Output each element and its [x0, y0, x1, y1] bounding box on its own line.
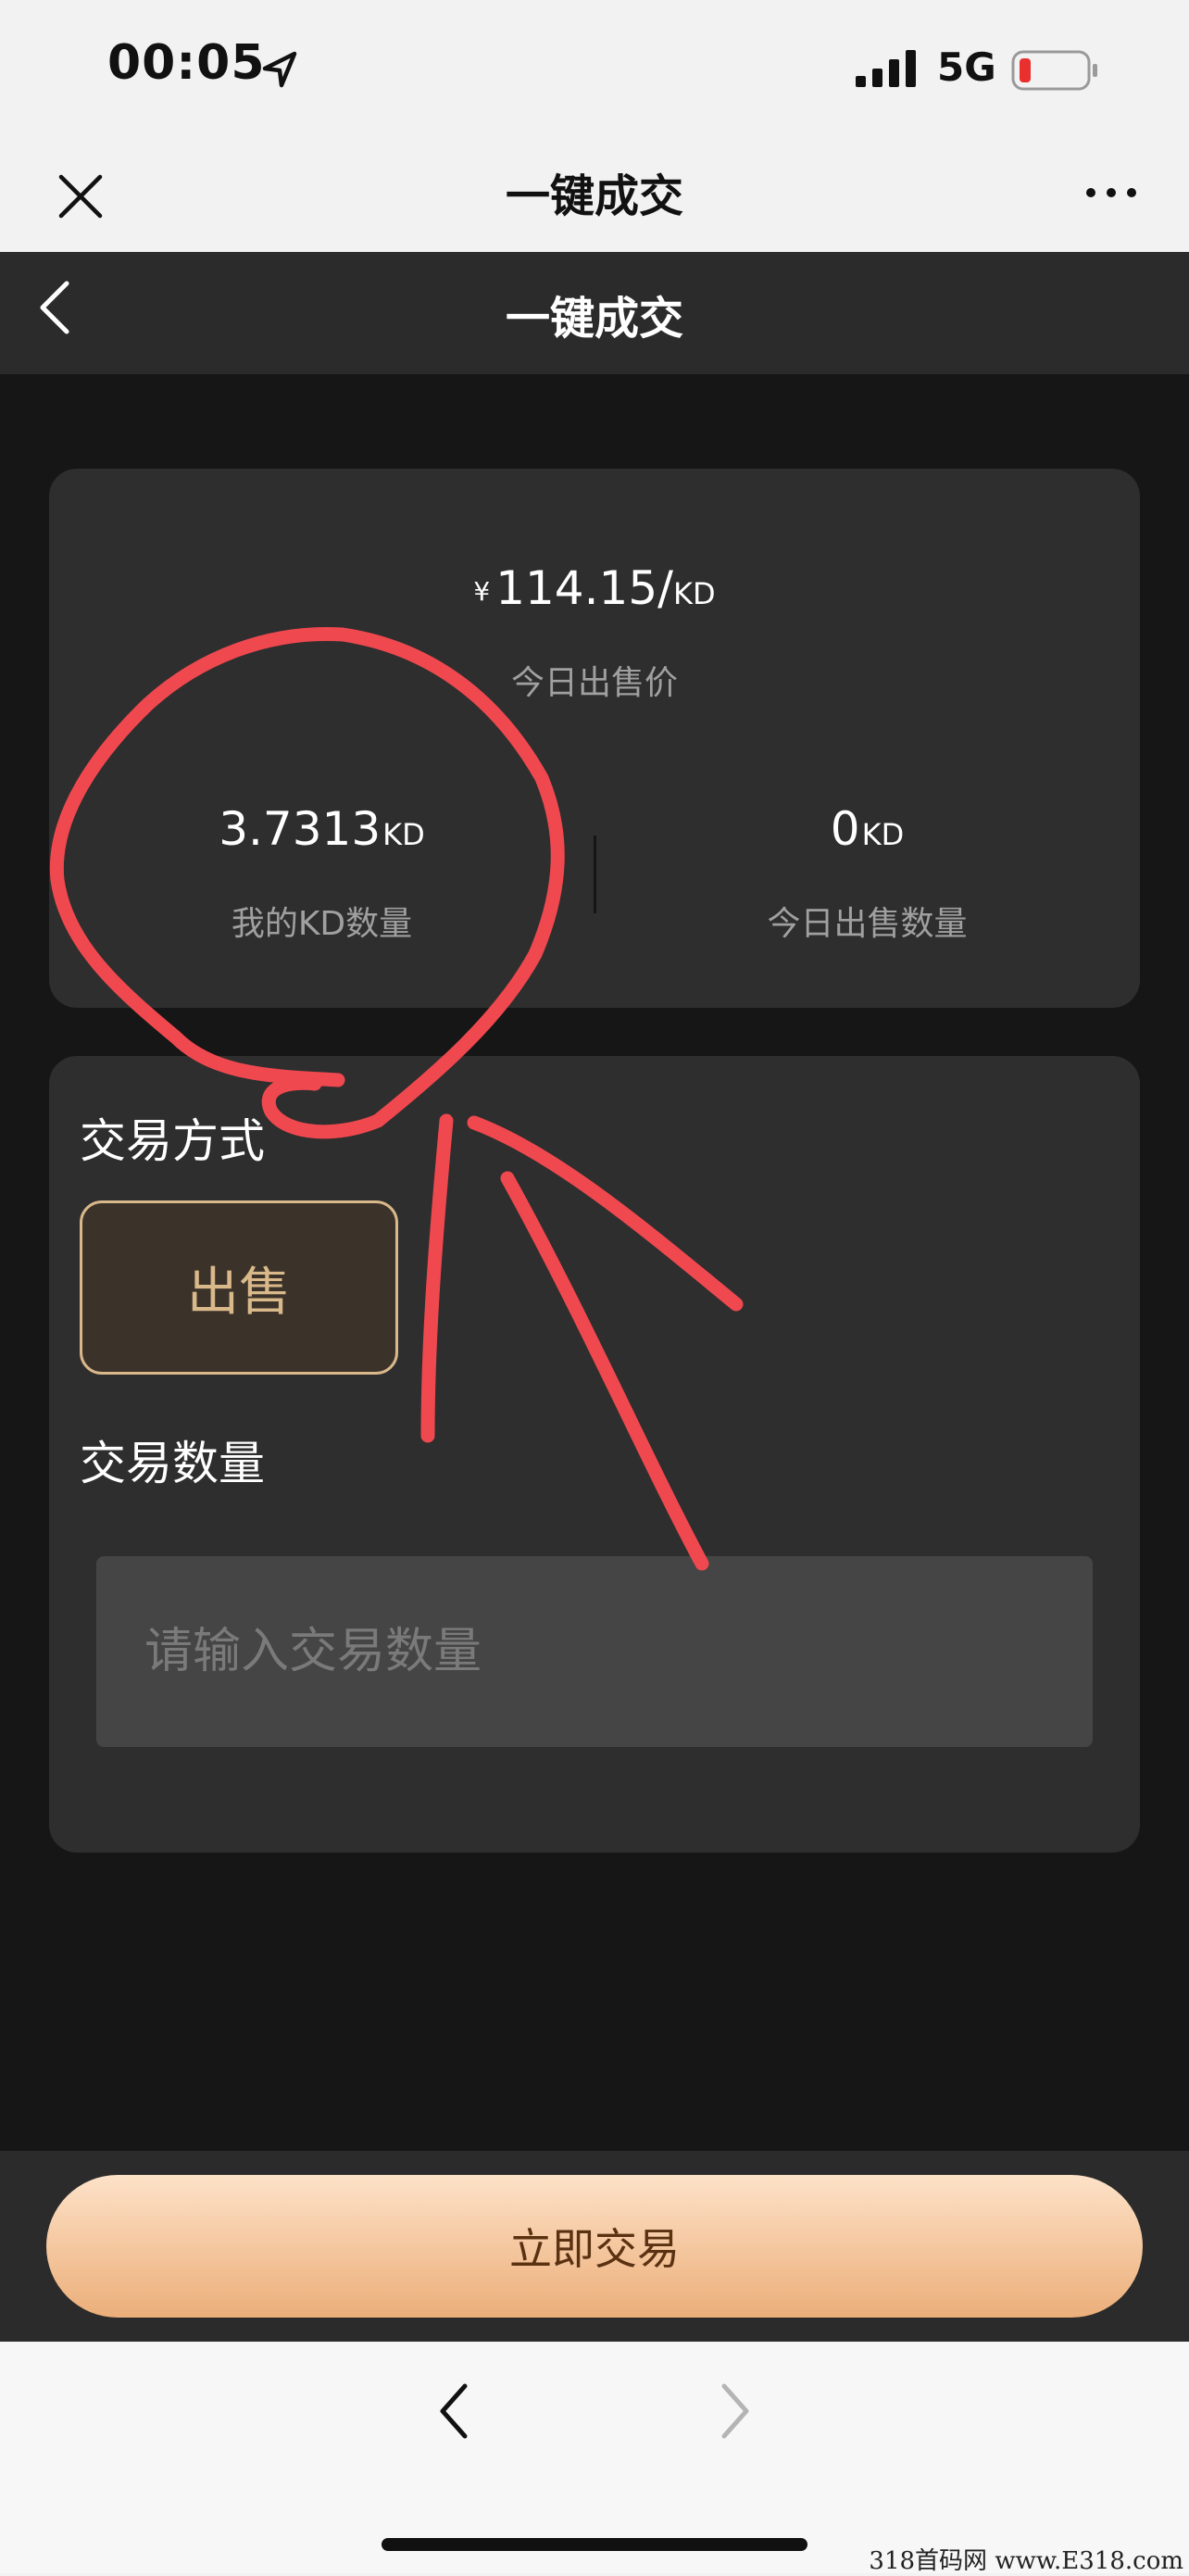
today-sold-value: 0	[830, 802, 860, 856]
my-kd-amount: 3.7313KD	[49, 802, 594, 856]
nav-back-icon[interactable]	[435, 2381, 472, 2442]
signal-icon	[856, 50, 916, 87]
today-price: ¥114.15/KD	[49, 561, 1140, 615]
location-arrow-icon	[262, 51, 297, 88]
currency-symbol: ¥	[473, 576, 491, 607]
my-kd-label: 我的KD数量	[231, 905, 413, 943]
page-title: 一键成交	[505, 293, 683, 345]
nav-forward-icon[interactable]	[717, 2381, 754, 2442]
trade-method-label: 交易方式	[80, 1114, 265, 1168]
network-type: 5G	[937, 44, 996, 90]
today-price-label: 今日出售价	[510, 664, 678, 702]
price-separator: /	[657, 561, 673, 615]
battery-low-icon	[1011, 50, 1097, 91]
today-sold-label: 今日出售数量	[767, 905, 968, 943]
sell-option-button[interactable]: 出售	[80, 1200, 398, 1375]
status-time: 00:05	[107, 35, 266, 91]
quantity-input[interactable]	[96, 1556, 1093, 1747]
today-sold-unit: KD	[861, 817, 905, 852]
today-sold-amount: 0KD	[594, 802, 1140, 856]
browser-title: 一键成交	[505, 170, 683, 222]
price-unit: KD	[673, 576, 716, 611]
home-indicator	[382, 2538, 807, 2551]
watermark-text: 318首码网 www.E318.com	[869, 2547, 1183, 2575]
more-icon[interactable]	[1083, 182, 1139, 204]
trade-quantity-label: 交易数量	[80, 1437, 265, 1490]
my-kd-value: 3.7313	[219, 802, 382, 856]
price-value: 114.15	[495, 561, 658, 615]
my-kd-unit: KD	[382, 817, 425, 852]
trade-now-button[interactable]: 立即交易	[46, 2175, 1143, 2318]
